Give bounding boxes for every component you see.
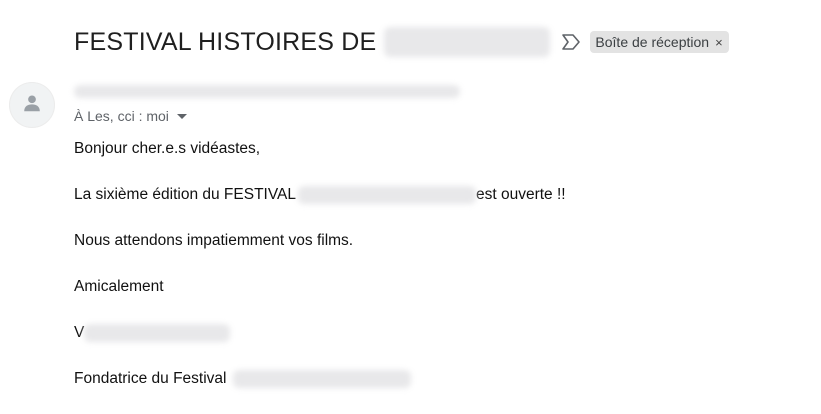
- recipients-text: À Les, cci : moi: [74, 108, 169, 124]
- label-chip-inbox[interactable]: Boîte de réception ×: [590, 31, 729, 53]
- redacted-subject-part: [384, 27, 551, 57]
- announcement-prefix: La sixième édition du FESTIVAL: [74, 186, 296, 203]
- person-icon: [21, 92, 43, 119]
- signature-initial: V: [74, 324, 85, 341]
- redacted-signature-name: [84, 324, 231, 342]
- redacted-festival-name: [298, 186, 476, 204]
- films-text: Nous attendons impatiemment vos films.: [74, 232, 354, 249]
- message-signature: V: [74, 324, 231, 342]
- redacted-festival-name-2: [232, 370, 411, 388]
- message-closing: Amicalement: [74, 278, 164, 296]
- greeting-text: Bonjour cher.e.s vidéastes,: [74, 140, 261, 157]
- recipients-line[interactable]: À Les, cci : moi: [74, 108, 187, 124]
- email-subject: FESTIVAL HISTOIRES DE: [74, 27, 377, 56]
- closing-text: Amicalement: [74, 278, 164, 295]
- remove-label-close-icon[interactable]: ×: [715, 35, 723, 50]
- avatar[interactable]: [9, 82, 55, 128]
- important-marker-icon[interactable]: [560, 33, 582, 51]
- subject-row: FESTIVAL HISTOIRES DE Boîte de réception…: [74, 24, 729, 60]
- message-signature-role: Fondatrice du Festival: [74, 370, 411, 388]
- label-chip-text: Boîte de réception: [595, 34, 710, 50]
- redacted-sender: [74, 85, 460, 98]
- message-greeting: Bonjour cher.e.s vidéastes,: [74, 140, 260, 158]
- signature-role-text: Fondatrice du Festival: [74, 370, 227, 387]
- caret-down-icon[interactable]: [176, 113, 187, 119]
- message-line-films: Nous attendons impatiemment vos films.: [74, 232, 353, 250]
- message-line-announcement: La sixième édition du FESTIVAL est ouver…: [74, 186, 566, 204]
- announcement-suffix: est ouverte !!: [476, 186, 566, 203]
